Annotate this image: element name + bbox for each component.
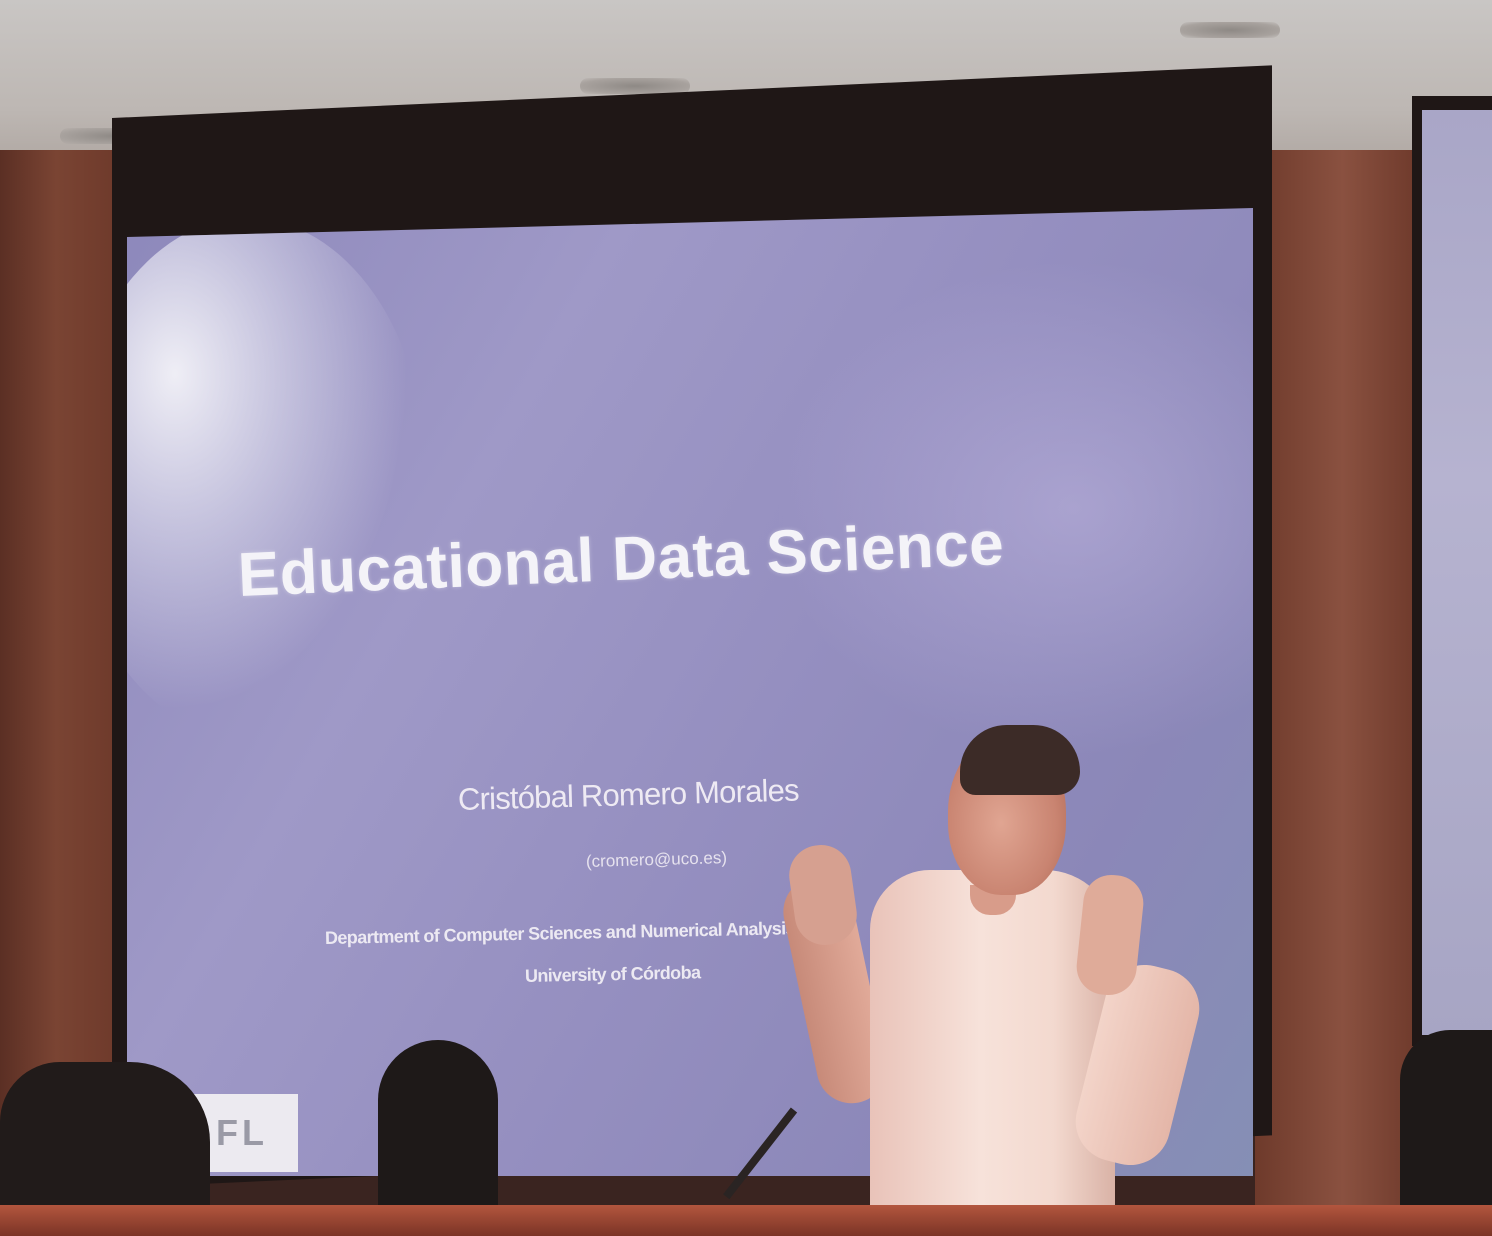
ceiling-light bbox=[1180, 22, 1280, 38]
presenter bbox=[776, 725, 1220, 1236]
slide-decoration-curve bbox=[127, 218, 427, 738]
secondary-projection bbox=[1422, 110, 1492, 1035]
presenter-shirt bbox=[870, 870, 1115, 1236]
slide-logo-text: FL bbox=[216, 1112, 268, 1153]
slide-email: (cromero@uco.es) bbox=[585, 848, 728, 871]
slide-university: University of Córdoba bbox=[524, 962, 701, 986]
desk-edge bbox=[0, 1205, 1492, 1236]
lecture-hall-scene: Educational Data Science Cristóbal Romer… bbox=[0, 0, 1492, 1236]
presenter-hair bbox=[960, 725, 1080, 795]
